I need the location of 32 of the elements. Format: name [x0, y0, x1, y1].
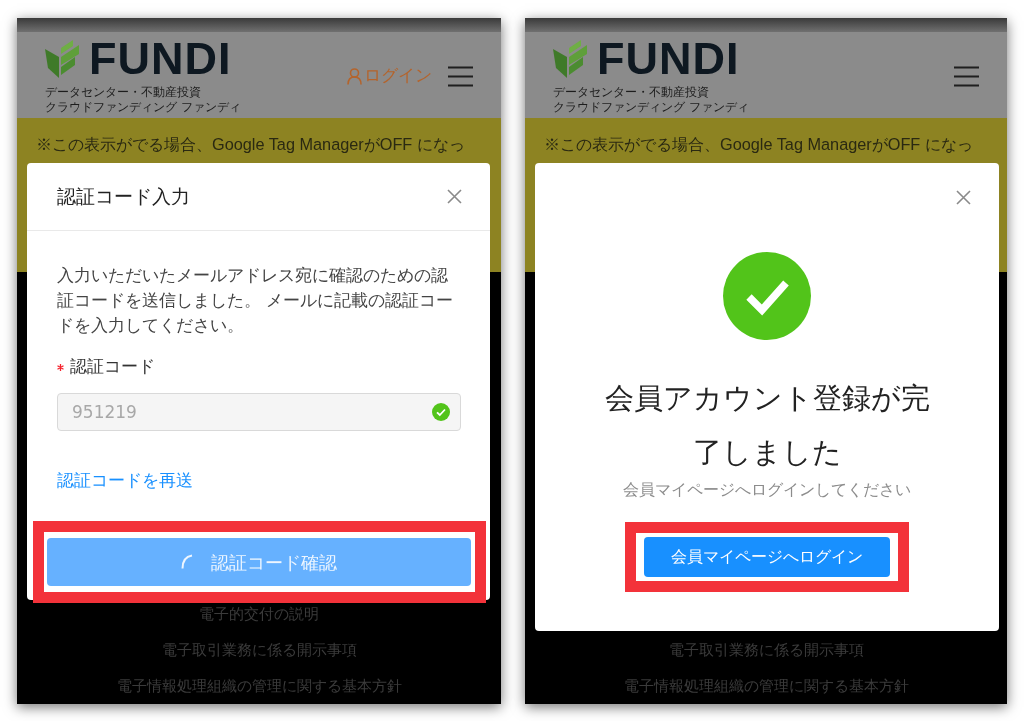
leaf-icon [45, 40, 81, 78]
notice-text: ※この表示がでる場合、Google Tag ManagerがOFF になっ [36, 134, 465, 155]
submit-button[interactable]: 会員マイページへログイン [644, 537, 890, 577]
dialog-title: 認証コード入力 [57, 184, 190, 210]
dialog-message: 入力いただいたメールアドレス宛に確認のための認証コードを送信しました。 メールに記載の認証コードを入力してください。 [57, 264, 455, 337]
login-link[interactable]: ログイン [347, 63, 432, 89]
check-icon [723, 252, 811, 340]
submit-button[interactable]: 認証コード確認 [47, 538, 471, 586]
menu-icon[interactable] [954, 65, 979, 87]
dialog-title: 会員アカウント登録が完了しました [603, 380, 931, 471]
field-label: 認証コード [70, 355, 155, 378]
footer-link[interactable]: 電子情報処理組織の管理に関する基本方針 [623, 676, 909, 696]
footer-link[interactable]: 電子取引業務に係る開示事項 [668, 640, 864, 660]
logo-text: FUNDI [597, 40, 740, 78]
person-icon [347, 67, 362, 85]
close-icon[interactable] [956, 190, 971, 205]
tagline-text: データセンター・不動産投資 [553, 85, 710, 100]
logo-text: FUNDI [89, 40, 232, 78]
footer-link[interactable]: 電子取引業務に係る開示事項 [161, 640, 357, 660]
spinner-icon [181, 554, 193, 570]
tagline-text: クラウドファンディング ファンディ [45, 100, 241, 115]
resend-link[interactable]: 認証コードを再送 [57, 470, 193, 492]
close-icon[interactable] [447, 189, 462, 204]
footer-link[interactable]: 電子的交付の説明 [199, 604, 319, 624]
leaf-icon [553, 40, 589, 78]
menu-icon[interactable] [448, 65, 473, 87]
tagline-text: クラウドファンディング ファンディ [553, 100, 749, 115]
footer-link[interactable]: 電子情報処理組織の管理に関する基本方針 [116, 676, 402, 696]
dialog-message: 会員マイページへログインしてください [623, 480, 911, 501]
notice-text: ※この表示がでる場合、Google Tag ManagerがOFF になっ [544, 134, 973, 155]
code-input-field[interactable]: 951219 [57, 393, 461, 431]
tagline-text: データセンター・不動産投資 [45, 85, 202, 100]
